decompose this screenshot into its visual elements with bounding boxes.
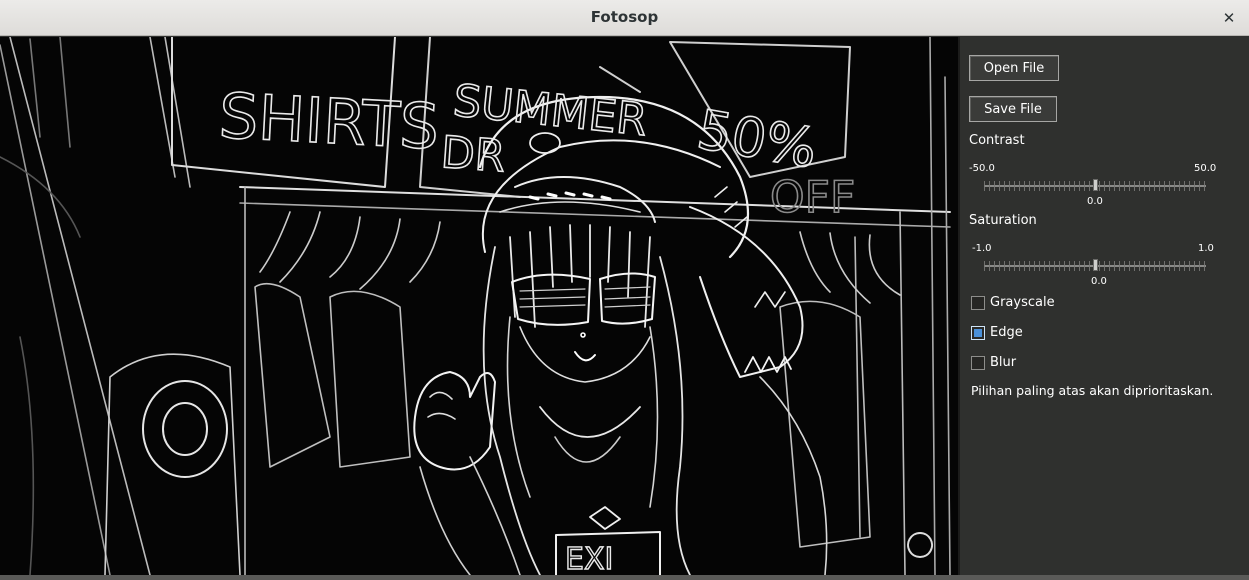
sign-shirts-text: SHIRTS — [217, 79, 441, 163]
saturation-slider[interactable] — [984, 259, 1206, 273]
app-window: Fotosop ✕ SHIRTS SUMMER DR 50% OFF EXI O… — [0, 0, 1249, 580]
edge-label: Edge — [990, 325, 1023, 340]
edge-filtered-image: SHIRTS SUMMER DR 50% OFF EXI — [0, 37, 958, 575]
sign-off-text: OFF — [770, 172, 855, 223]
bottom-edge — [0, 575, 1249, 580]
grayscale-label: Grayscale — [990, 295, 1055, 310]
blur-label: Blur — [990, 355, 1017, 370]
contrast-slider[interactable] — [984, 179, 1206, 193]
saturation-max-label: 1.0 — [1198, 243, 1214, 254]
contrast-min-label: -50.0 — [969, 163, 995, 174]
saturation-value: 0.0 — [1091, 276, 1107, 287]
open-file-button[interactable]: Open File — [969, 55, 1059, 81]
saturation-min-label: -1.0 — [972, 243, 992, 254]
image-canvas: SHIRTS SUMMER DR 50% OFF EXI — [0, 37, 958, 575]
contrast-max-label: 50.0 — [1194, 163, 1217, 174]
contrast-value: 0.0 — [1087, 196, 1103, 207]
sign-dr-text: DR — [439, 127, 507, 182]
shirt-logo-text: EXI — [565, 542, 613, 575]
title-bar[interactable]: Fotosop ✕ — [0, 0, 1249, 36]
grayscale-checkbox[interactable] — [971, 296, 985, 310]
priority-note: Pilihan paling atas akan diprioritaskan. — [971, 383, 1214, 398]
saturation-label: Saturation — [969, 213, 1037, 228]
contrast-slider-handle[interactable] — [1093, 179, 1098, 191]
contrast-label: Contrast — [969, 133, 1025, 148]
edge-checkbox[interactable] — [971, 326, 985, 340]
blur-checkbox[interactable] — [971, 356, 985, 370]
window-title: Fotosop — [590, 8, 659, 26]
controls-panel: Open File Save File Contrast -50.0 50.0 … — [958, 37, 1249, 575]
saturation-slider-handle[interactable] — [1093, 259, 1098, 271]
close-icon[interactable]: ✕ — [1217, 6, 1241, 30]
save-file-button[interactable]: Save File — [969, 96, 1057, 122]
